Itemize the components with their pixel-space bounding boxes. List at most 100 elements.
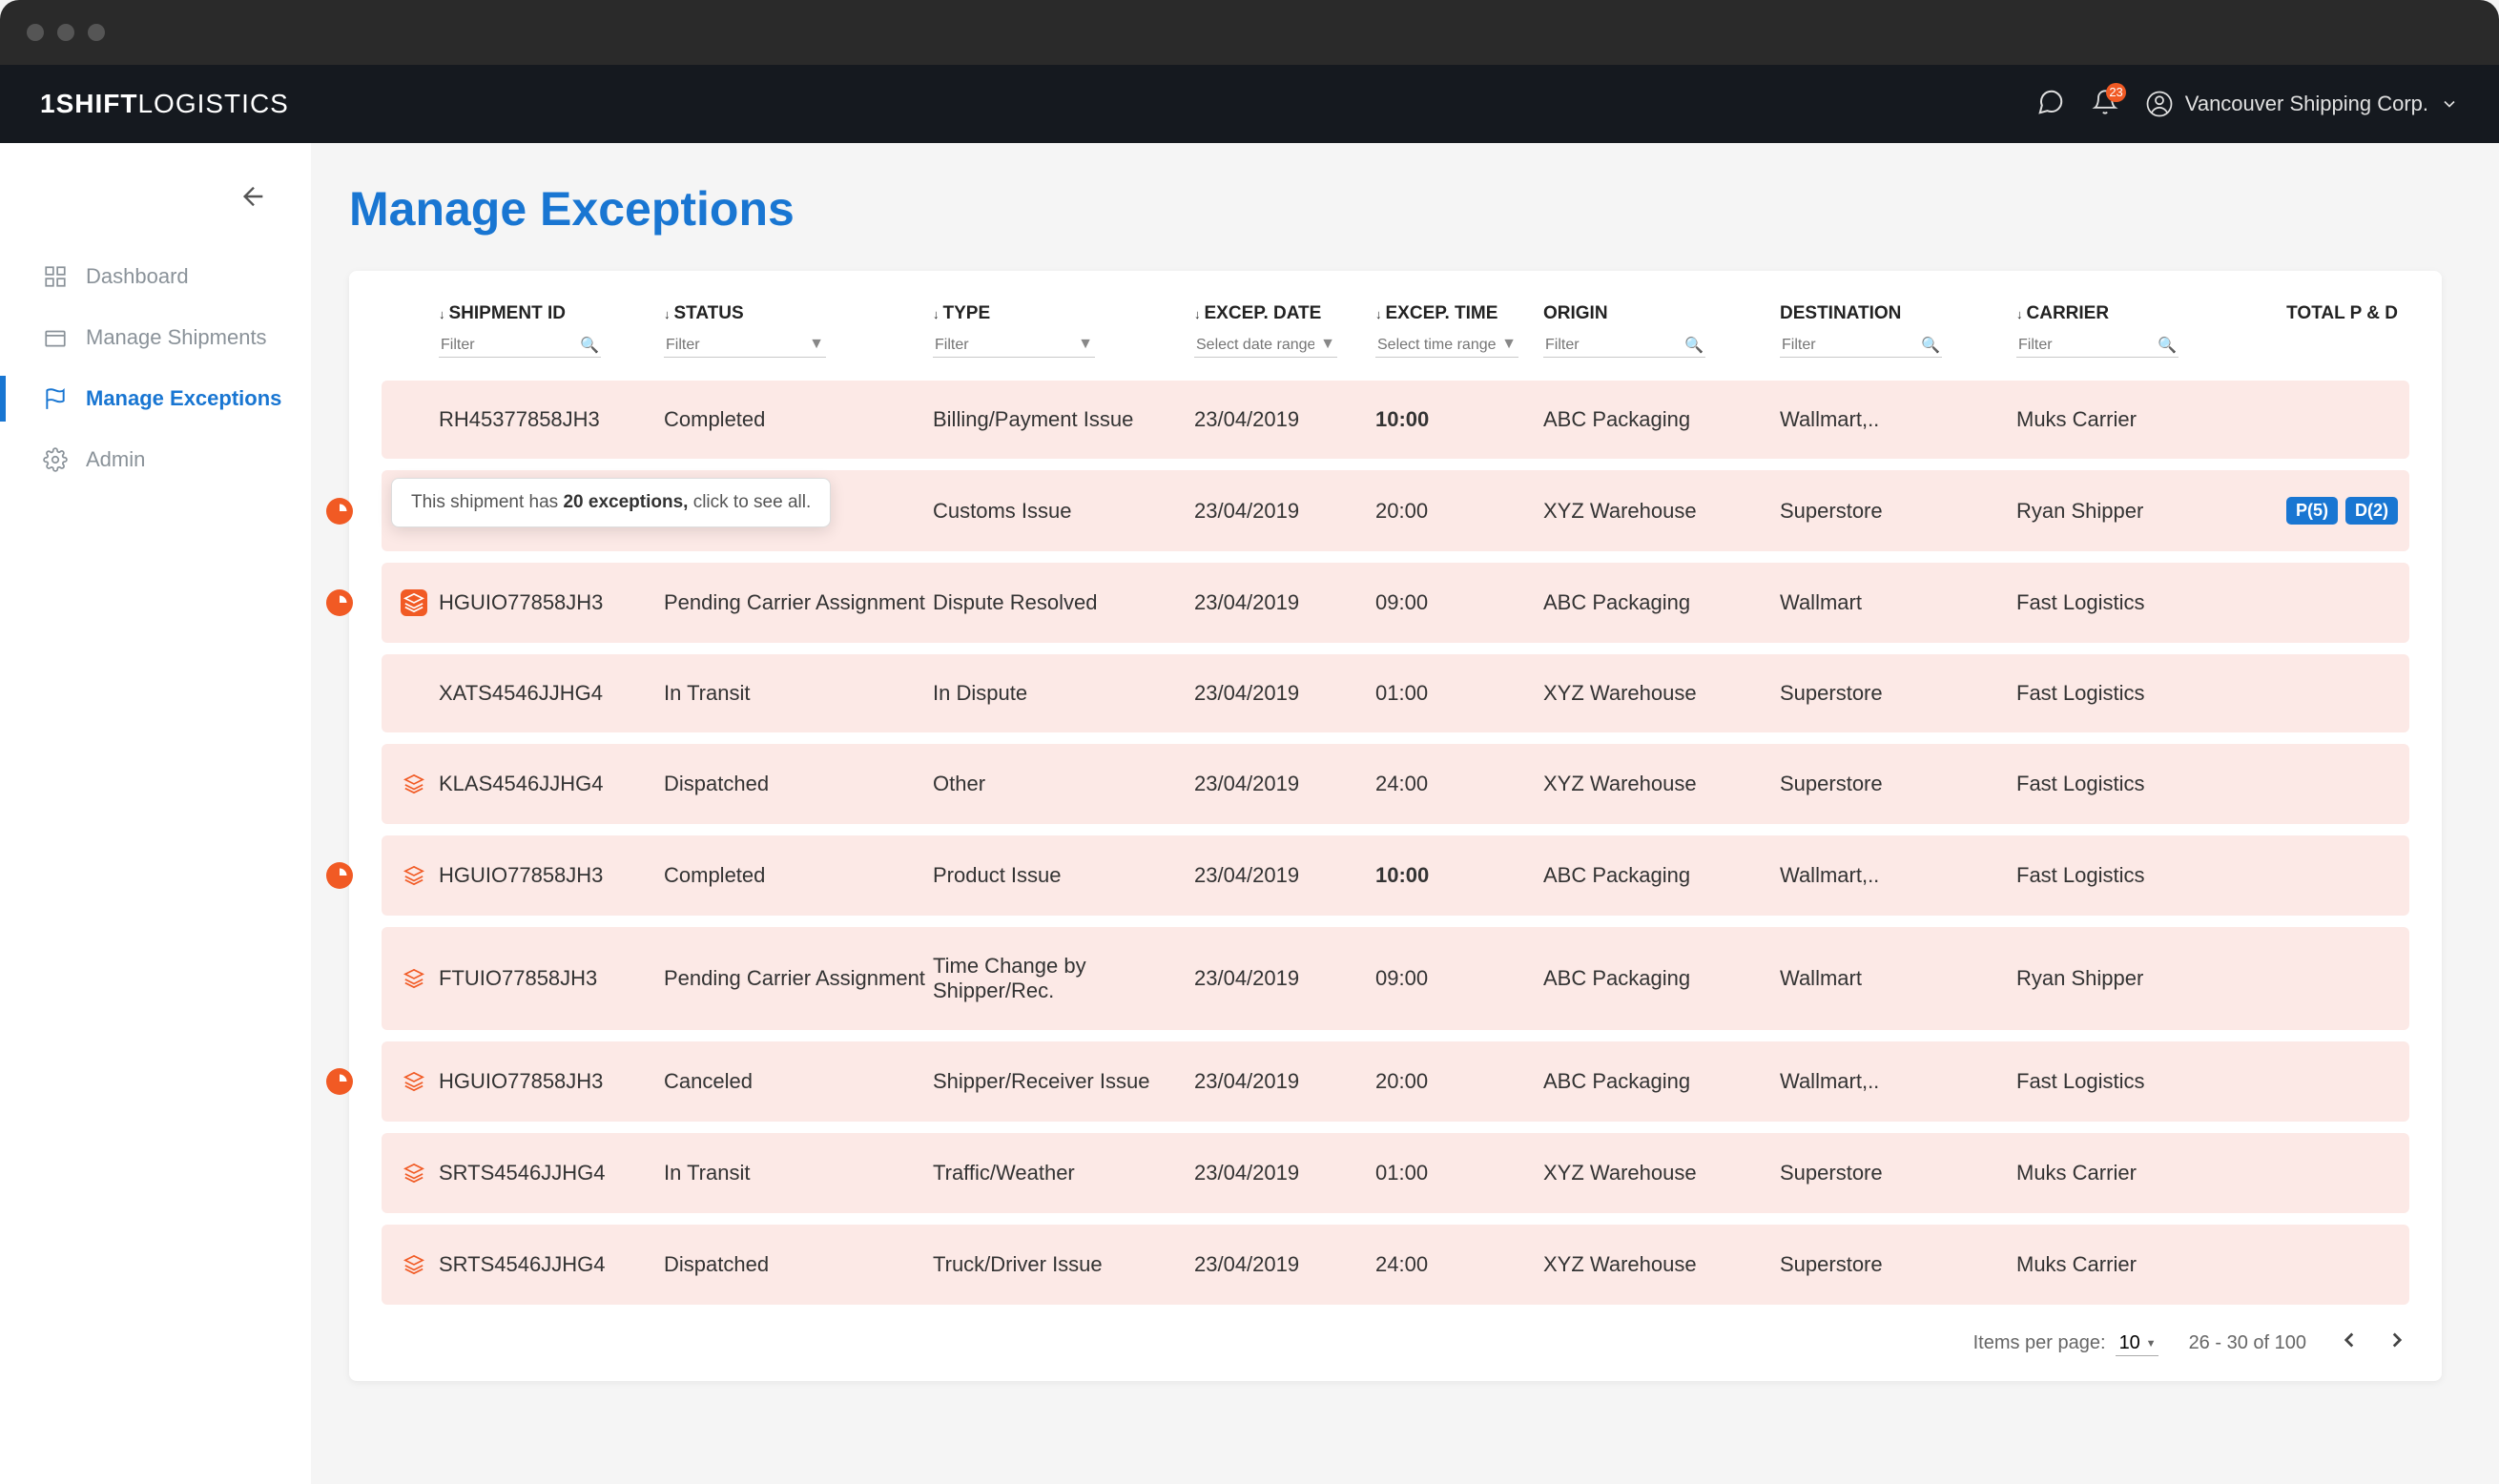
logo-bold: 1SHIFT: [40, 89, 137, 118]
back-button[interactable]: [0, 181, 311, 212]
filter-type[interactable]: [933, 334, 1095, 358]
stack-icon[interactable]: [401, 1068, 427, 1095]
cell-destination: Superstore: [1780, 772, 2016, 796]
sidebar-item-label: Manage Shipments: [86, 325, 267, 350]
filter-origin[interactable]: [1543, 334, 1705, 358]
clock-marker-icon: [326, 862, 353, 889]
cell-date: 23/04/2019: [1194, 590, 1375, 615]
chat-icon[interactable]: [2036, 88, 2065, 121]
topbar-right: 23 Vancouver Shipping Corp.: [2036, 88, 2459, 121]
cell-carrier: Ryan Shipper: [2016, 499, 2226, 524]
cell-status: Dispatched: [664, 772, 933, 796]
cell-origin: XYZ Warehouse: [1543, 772, 1780, 796]
cell-time: 01:00: [1375, 1161, 1543, 1185]
filter-destination[interactable]: [1780, 334, 1942, 358]
cell-time: 24:00: [1375, 772, 1543, 796]
table-row[interactable]: HGUIO77858JH3Pending Carrier AssignmentD…: [382, 563, 2409, 643]
filter-carrier[interactable]: [2016, 334, 2179, 358]
table-row[interactable]: HGUIO77858JH3CanceledShipper/Receiver Is…: [382, 1041, 2409, 1122]
cell-shipment-id: HGUIO77858JH3: [439, 863, 664, 888]
sidebar-item-dashboard[interactable]: Dashboard: [0, 246, 311, 307]
p-badge[interactable]: P(5): [2286, 497, 2338, 525]
cell-destination: Wallmart,..: [1780, 1069, 2016, 1094]
table-row[interactable]: SRTS4546JJHG4DispatchedTruck/Driver Issu…: [382, 1225, 2409, 1305]
cell-origin: ABC Packaging: [1543, 863, 1780, 888]
sidebar-item-admin[interactable]: Admin: [0, 429, 311, 490]
filter-shipment-id[interactable]: [439, 334, 601, 358]
col-header-destination[interactable]: DESTINATION: [1780, 303, 2016, 324]
filter-status[interactable]: [664, 334, 826, 358]
cell-status: Pending Carrier Assignment: [664, 590, 933, 615]
table-row[interactable]: RH45377858JH3CompletedBilling/Payment Is…: [382, 381, 2409, 459]
flag-icon: [42, 385, 69, 412]
exceptions-card: ↓SHIPMENT ID 🔍 ↓STATUS ▼ ↓TYPE ▼ ↓EXCEP.…: [349, 271, 2442, 1381]
sidebar-item-label: Dashboard: [86, 264, 189, 289]
dashboard-icon: [42, 263, 69, 290]
cell-date: 23/04/2019: [1194, 499, 1375, 524]
cell-time: 20:00: [1375, 499, 1543, 524]
cell-destination: Superstore: [1780, 1252, 2016, 1277]
cell-origin: ABC Packaging: [1543, 1069, 1780, 1094]
col-header-carrier[interactable]: ↓CARRIER: [2016, 303, 2226, 324]
page-title: Manage Exceptions: [349, 181, 2442, 237]
table-row[interactable]: XATS4546JJHG4In TransitIn Dispute23/04/2…: [382, 654, 2409, 732]
cell-origin: ABC Packaging: [1543, 407, 1780, 432]
col-header-status[interactable]: ↓STATUS: [664, 303, 933, 324]
col-header-excep-time[interactable]: ↓EXCEP. TIME: [1375, 303, 1543, 324]
sidebar-item-shipments[interactable]: Manage Shipments: [0, 307, 311, 368]
table-row[interactable]: HGUIO77858JH3CompletedProduct Issue23/04…: [382, 835, 2409, 916]
cell-origin: XYZ Warehouse: [1543, 1161, 1780, 1185]
user-menu[interactable]: Vancouver Shipping Corp.: [2145, 90, 2459, 118]
pagination: Items per page: 10 ▼ 26 - 30 of 100: [382, 1328, 2409, 1358]
cell-status: Pending Carrier Assignment: [664, 966, 933, 991]
stack-icon[interactable]: [401, 771, 427, 797]
cell-origin: XYZ Warehouse: [1543, 681, 1780, 706]
cell-origin: XYZ Warehouse: [1543, 1252, 1780, 1277]
page-prev-button[interactable]: [2337, 1328, 2362, 1358]
per-page-select[interactable]: 10: [2116, 1330, 2158, 1356]
col-header-total-pd[interactable]: TOTAL P & D: [2226, 303, 2398, 324]
cell-status: Canceled: [664, 1069, 933, 1094]
stack-icon[interactable]: [401, 862, 427, 889]
clock-marker-icon: [326, 1068, 353, 1095]
user-icon: [2145, 90, 2174, 118]
notification-bell-icon[interactable]: 23: [2092, 89, 2118, 120]
cell-type: Customs Issue: [933, 499, 1194, 524]
cell-destination: Superstore: [1780, 499, 2016, 524]
table-row[interactable]: SRTS4546JJHG4In TransitTraffic/Weather23…: [382, 1133, 2409, 1213]
cell-destination: Superstore: [1780, 681, 2016, 706]
cell-status: In Transit: [664, 681, 933, 706]
user-name: Vancouver Shipping Corp.: [2185, 92, 2428, 116]
stack-icon[interactable]: [401, 589, 427, 616]
cell-status: Dispatched: [664, 1252, 933, 1277]
cell-type: Shipper/Receiver Issue: [933, 1069, 1194, 1094]
table-row[interactable]: KLAS4546JJHG4DispatchedOther23/04/201924…: [382, 744, 2409, 824]
exceptions-tooltip[interactable]: This shipment has 20 exceptions, click t…: [391, 478, 831, 527]
cell-destination: Wallmart,..: [1780, 407, 2016, 432]
col-header-origin[interactable]: ORIGIN: [1543, 303, 1780, 324]
cell-carrier: Fast Logistics: [2016, 863, 2226, 888]
per-page-label: Items per page:: [1973, 1332, 2106, 1354]
stack-icon[interactable]: [401, 965, 427, 992]
gear-icon: [42, 446, 69, 473]
cell-carrier: Muks Carrier: [2016, 1252, 2226, 1277]
cell-shipment-id: KLAS4546JJHG4: [439, 772, 664, 796]
notification-badge: 23: [2106, 83, 2125, 102]
cell-time: 24:00: [1375, 1252, 1543, 1277]
col-header-excep-date[interactable]: ↓EXCEP. DATE: [1194, 303, 1375, 324]
filter-date[interactable]: [1194, 334, 1337, 358]
d-badge[interactable]: D(2): [2345, 497, 2398, 525]
table-row[interactable]: FTUIO77858JH3Pending Carrier AssignmentT…: [382, 927, 2409, 1030]
cell-time: 01:00: [1375, 681, 1543, 706]
stack-icon[interactable]: [401, 1160, 427, 1186]
page-next-button[interactable]: [2385, 1328, 2409, 1358]
cell-type: Truck/Driver Issue: [933, 1252, 1194, 1277]
filter-time[interactable]: [1375, 334, 1518, 358]
col-header-type[interactable]: ↓TYPE: [933, 303, 1194, 324]
stack-icon[interactable]: [401, 1251, 427, 1278]
cell-time: 10:00: [1375, 407, 1543, 432]
sidebar-item-exceptions[interactable]: Manage Exceptions: [0, 368, 311, 429]
cell-date: 23/04/2019: [1194, 1069, 1375, 1094]
col-header-shipment-id[interactable]: ↓SHIPMENT ID: [439, 303, 664, 324]
cell-carrier: Muks Carrier: [2016, 407, 2226, 432]
